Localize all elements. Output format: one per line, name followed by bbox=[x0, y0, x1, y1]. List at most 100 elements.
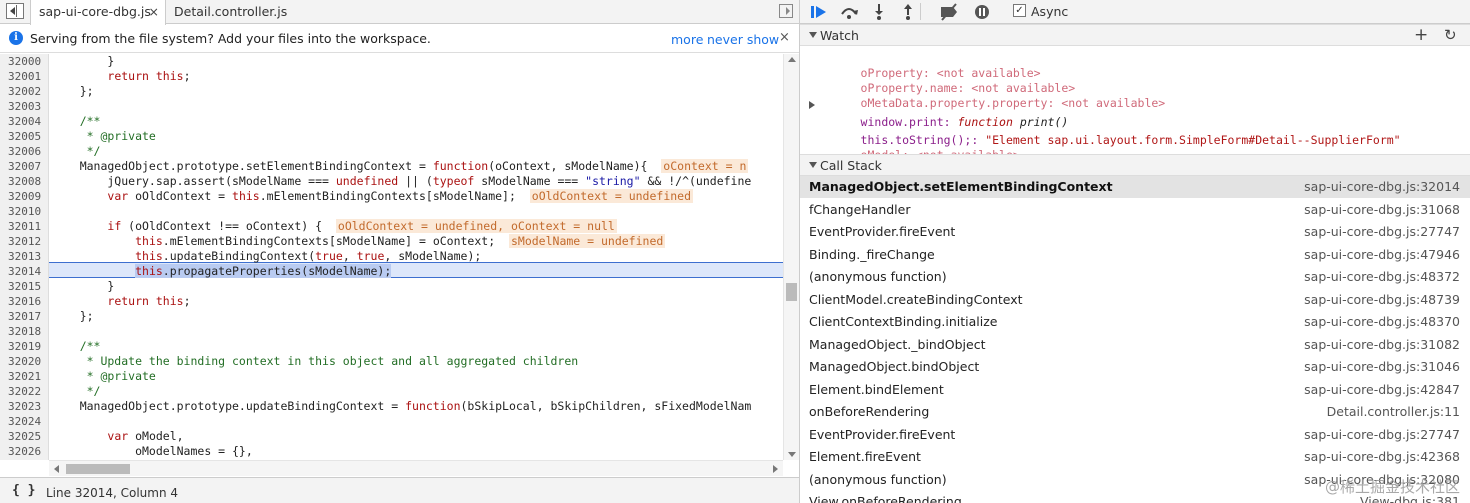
code-line[interactable]: */ bbox=[52, 384, 101, 399]
scrollbar-thumb[interactable] bbox=[66, 464, 130, 474]
line-number[interactable]: 32024 bbox=[0, 414, 49, 429]
code-line[interactable]: return this; bbox=[52, 294, 190, 309]
code-editor[interactable]: 32000 32001 32002 32003 32004 32005 32006 32007… bbox=[0, 54, 783, 460]
frame-location[interactable]: sap-ui-core-dbg.js:31082 bbox=[1304, 334, 1460, 356]
code-line[interactable]: var oModel, bbox=[52, 429, 183, 444]
code-line[interactable]: /** bbox=[52, 339, 101, 354]
line-number[interactable]: 32015 bbox=[0, 279, 49, 294]
code-line[interactable]: this.mElementBindingContexts[sModelName]… bbox=[52, 234, 666, 249]
code-line[interactable]: this.propagateProperties(sModelName); bbox=[52, 264, 392, 279]
code-line[interactable]: }; bbox=[52, 309, 94, 324]
line-number[interactable]: 32025 bbox=[0, 429, 49, 444]
line-number[interactable]: 32027 bbox=[0, 459, 49, 460]
callstack-section-header[interactable]: Call Stack bbox=[800, 154, 1470, 176]
line-number[interactable]: 32003 bbox=[0, 99, 49, 114]
code-line[interactable]: } bbox=[52, 54, 114, 69]
line-number[interactable]: 32022 bbox=[0, 384, 49, 399]
frame-location[interactable]: sap-ui-core-dbg.js:48739 bbox=[1304, 289, 1460, 311]
line-number[interactable]: 32018 bbox=[0, 324, 49, 339]
callstack-frame[interactable]: ManagedObject._bindObject sap-ui-core-dbg… bbox=[800, 334, 1470, 356]
line-number[interactable]: 32001 bbox=[0, 69, 49, 84]
code-line[interactable]: this.updateBindingContext(true, true, sM… bbox=[52, 249, 481, 264]
line-number[interactable]: 32021 bbox=[0, 369, 49, 384]
line-number[interactable]: 32023 bbox=[0, 399, 49, 414]
line-number[interactable]: 32017 bbox=[0, 309, 49, 324]
code-line[interactable]: /** bbox=[52, 114, 101, 129]
callstack-frame[interactable]: fChangeHandler sap-ui-core-dbg.js:31068 bbox=[800, 199, 1470, 221]
line-number[interactable]: 32014 bbox=[0, 264, 49, 279]
line-number[interactable]: 32012 bbox=[0, 234, 49, 249]
code-line[interactable]: }; bbox=[52, 84, 94, 99]
tab-detail-controller[interactable]: Detail.controller.js bbox=[166, 0, 306, 24]
frame-location[interactable]: sap-ui-core-dbg.js:42368 bbox=[1304, 446, 1460, 468]
more-link[interactable]: more bbox=[671, 32, 703, 47]
add-icon[interactable]: + bbox=[1414, 25, 1428, 45]
frame-location[interactable]: sap-ui-core-dbg.js:42847 bbox=[1304, 379, 1460, 401]
callstack-frame[interactable]: ManagedObject.bindObject sap-ui-core-dbg.… bbox=[800, 356, 1470, 378]
line-number[interactable]: 32007 bbox=[0, 159, 49, 174]
deactivate-breakpoints-icon[interactable] bbox=[938, 2, 960, 22]
code-line[interactable]: var oOldContext = this.mElementBindingCo… bbox=[52, 189, 694, 204]
code-line[interactable]: * @private bbox=[52, 369, 156, 384]
vertical-scrollbar[interactable] bbox=[783, 54, 799, 460]
code-line[interactable]: * @private bbox=[52, 129, 156, 144]
resume-icon[interactable] bbox=[808, 2, 830, 22]
close-icon[interactable]: × bbox=[779, 30, 790, 45]
callstack-frame[interactable]: ManagedObject.setElementBindingContext sa… bbox=[800, 176, 1470, 198]
code-line[interactable]: ManagedObject.prototype.updateBindingCon… bbox=[52, 399, 752, 414]
line-number[interactable]: 32013 bbox=[0, 249, 49, 264]
watch-item[interactable]: oModel: <not available> bbox=[819, 131, 1020, 162]
frame-location[interactable]: sap-ui-core-dbg.js:27747 bbox=[1304, 424, 1460, 446]
line-number[interactable]: 32002 bbox=[0, 84, 49, 99]
watch-item[interactable]: oProperty: <not available> bbox=[819, 49, 1041, 80]
async-checkbox[interactable]: ✓ bbox=[1013, 4, 1026, 17]
frame-location[interactable]: sap-ui-core-dbg.js:27747 bbox=[1304, 221, 1460, 243]
close-icon[interactable]: × bbox=[149, 0, 159, 24]
callstack-frame[interactable]: EventProvider.fireEvent sap-ui-core-dbg.j… bbox=[800, 221, 1470, 243]
line-number[interactable]: 32011 bbox=[0, 219, 49, 234]
pause-on-exceptions-icon[interactable] bbox=[971, 2, 993, 22]
callstack-frame[interactable]: ClientModel.createBindingContext sap-ui-c… bbox=[800, 289, 1470, 311]
line-number[interactable]: 32010 bbox=[0, 204, 49, 219]
line-number[interactable]: 32020 bbox=[0, 354, 49, 369]
line-number[interactable]: 32004 bbox=[0, 114, 49, 129]
step-out-icon[interactable] bbox=[897, 2, 919, 22]
callstack-frame[interactable]: Binding._fireChange sap-ui-core-dbg.js:47… bbox=[800, 244, 1470, 266]
code-line[interactable]: oModelNames = {}, bbox=[52, 444, 253, 459]
line-number[interactable]: 32016 bbox=[0, 294, 49, 309]
line-number[interactable]: 32026 bbox=[0, 444, 49, 459]
line-number[interactable]: 32006 bbox=[0, 144, 49, 159]
code-line[interactable]: return this; bbox=[52, 69, 190, 84]
watch-item[interactable]: window.print: function print() bbox=[819, 98, 1069, 129]
scroll-left-icon[interactable] bbox=[54, 465, 59, 473]
watch-item[interactable]: oMetaData.property.property: <not availa… bbox=[819, 79, 1166, 110]
pretty-print-button[interactable]: { } bbox=[12, 483, 35, 498]
line-number[interactable]: 32008 bbox=[0, 174, 49, 189]
code-line[interactable]: * Update the binding context in this obj… bbox=[52, 354, 579, 369]
code-line[interactable]: */ bbox=[52, 144, 101, 159]
frame-location[interactable]: sap-ui-core-dbg.js:31068 bbox=[1304, 199, 1460, 221]
scrollbar-thumb[interactable] bbox=[786, 283, 797, 301]
frame-location[interactable]: sap-ui-core-dbg.js:48370 bbox=[1304, 311, 1460, 333]
tab-sap-ui-core-dbg[interactable]: sap-ui-core-dbg.js × bbox=[30, 0, 166, 25]
frame-location[interactable]: sap-ui-core-dbg.js:47946 bbox=[1304, 244, 1460, 266]
frame-location[interactable]: sap-ui-core-dbg.js:48372 bbox=[1304, 266, 1460, 288]
watch-item[interactable]: oProperty.name: <not available> bbox=[819, 64, 1076, 95]
navigator-toggle-icon[interactable] bbox=[6, 3, 24, 19]
frame-location[interactable]: Detail.controller.js:11 bbox=[1327, 401, 1460, 423]
never-show-link[interactable]: never show bbox=[707, 32, 779, 47]
step-into-icon[interactable] bbox=[868, 2, 890, 22]
frame-location[interactable]: sap-ui-core-dbg.js:31046 bbox=[1304, 356, 1460, 378]
scroll-right-icon[interactable] bbox=[773, 465, 778, 473]
callstack-frame[interactable]: EventProvider.fireEvent sap-ui-core-dbg.j… bbox=[800, 424, 1470, 446]
frame-location[interactable]: sap-ui-core-dbg.js:32014 bbox=[1304, 176, 1460, 198]
scroll-up-icon[interactable] bbox=[788, 57, 796, 62]
line-number[interactable]: 32009 bbox=[0, 189, 49, 204]
horizontal-scrollbar[interactable] bbox=[49, 460, 783, 476]
code-line[interactable]: if (oOldContext !== oContext) { oOldCont… bbox=[52, 219, 617, 234]
code-line[interactable]: jQuery.sap.assert(sModelName === undefin… bbox=[52, 174, 751, 189]
scroll-down-icon[interactable] bbox=[788, 452, 796, 457]
refresh-icon[interactable]: ↻ bbox=[1444, 26, 1457, 44]
watch-section-header[interactable]: Watch + ↻ bbox=[800, 24, 1470, 46]
callstack-frame[interactable]: onBeforeRendering Detail.controller.js:11 bbox=[800, 401, 1470, 423]
